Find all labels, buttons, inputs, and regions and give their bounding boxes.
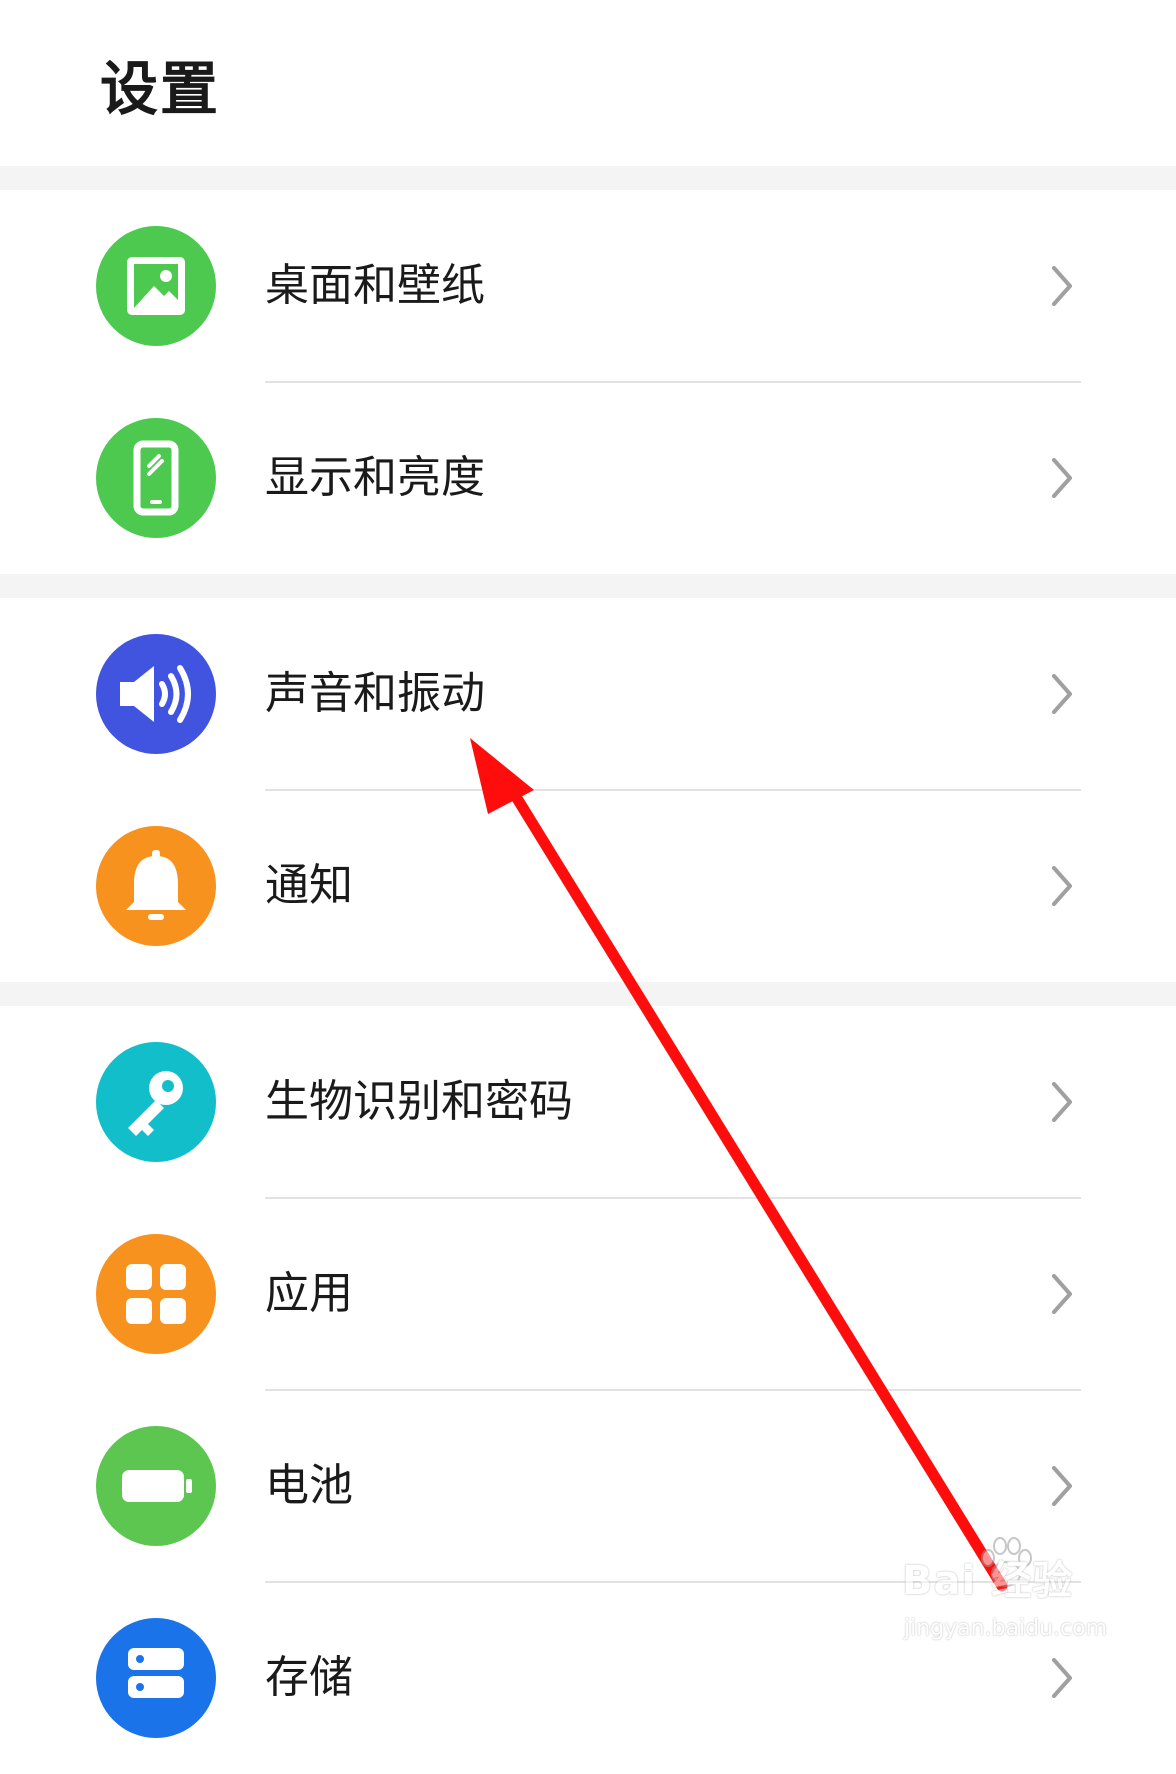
settings-item-label: 生物识别和密码	[265, 1076, 573, 1127]
settings-item-sound[interactable]: 声音和振动	[0, 598, 1176, 790]
chevron-right-icon	[1048, 264, 1076, 308]
chevron-right-icon	[1048, 864, 1076, 908]
apps-grid-icon	[96, 1234, 216, 1354]
key-icon	[96, 1042, 216, 1162]
settings-item-label: 电池	[265, 1460, 353, 1511]
watermark-url: jingyan.baidu.com	[904, 1616, 1108, 1641]
settings-item-apps[interactable]: 应用	[0, 1198, 1176, 1390]
chevron-right-icon	[1048, 1656, 1076, 1700]
settings-item-wallpaper[interactable]: 桌面和壁纸	[0, 190, 1176, 382]
group-gap	[0, 574, 1176, 598]
settings-item-label: 声音和振动	[265, 668, 485, 719]
watermark: Bai 经验 jingyan.baidu.com	[900, 1537, 1120, 1656]
chevron-right-icon	[1048, 1464, 1076, 1508]
wallpaper-icon	[96, 226, 216, 346]
speaker-icon	[96, 634, 216, 754]
chevron-right-icon	[1048, 672, 1076, 716]
chevron-right-icon	[1048, 456, 1076, 500]
watermark-brand: Bai 经验	[902, 1558, 1074, 1604]
chevron-right-icon	[1048, 1080, 1076, 1124]
chevron-right-icon	[1048, 1272, 1076, 1316]
phone-display-icon	[96, 418, 216, 538]
settings-item-label: 存储	[265, 1652, 353, 1703]
group-gap	[0, 982, 1176, 1006]
settings-item-display[interactable]: 显示和亮度	[0, 382, 1176, 574]
settings-item-label: 桌面和壁纸	[265, 260, 485, 311]
bell-icon	[96, 826, 216, 946]
settings-item-label: 应用	[265, 1268, 353, 1319]
settings-item-notifications[interactable]: 通知	[0, 790, 1176, 982]
storage-icon	[96, 1618, 216, 1738]
group-gap	[0, 166, 1176, 190]
settings-item-label: 通知	[265, 860, 353, 911]
settings-item-label: 显示和亮度	[265, 452, 485, 503]
page-title: 设置	[100, 55, 221, 123]
settings-item-biometrics[interactable]: 生物识别和密码	[0, 1006, 1176, 1198]
battery-icon	[96, 1426, 216, 1546]
